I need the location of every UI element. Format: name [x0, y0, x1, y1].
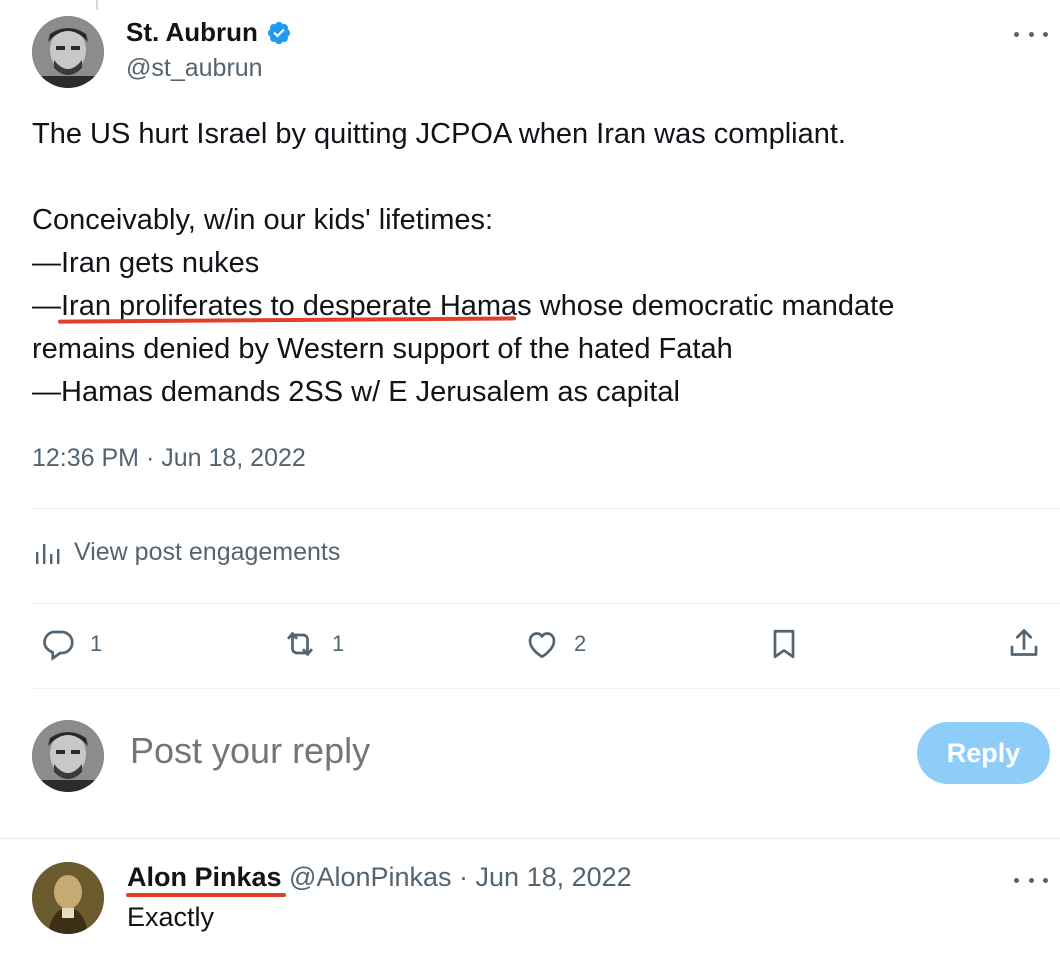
reply-button[interactable]: Reply: [917, 722, 1050, 784]
view-engagements-link[interactable]: View post engagements: [34, 538, 340, 567]
author-avatar[interactable]: [32, 16, 104, 88]
share-icon: [1010, 629, 1038, 656]
post-detail-page: St. Aubrun @st_aubrun The US hurt Israel…: [0, 0, 1060, 955]
tweet-text-line: The US hurt Israel by quitting JCPOA whe…: [32, 118, 846, 150]
like-count: 2: [574, 631, 587, 656]
author-handle[interactable]: @st_aubrun: [126, 54, 263, 83]
verified-badge-icon: [266, 20, 292, 46]
heart-icon: [528, 632, 556, 659]
reply-count: 1: [90, 631, 103, 656]
reply-text: Exactly: [127, 902, 215, 932]
bar-chart-icon: [36, 543, 60, 564]
tweet-text: The US hurt Israel by quitting JCPOA whe…: [32, 113, 1042, 414]
author-display-name[interactable]: St. Aubrun: [126, 17, 258, 48]
view-engagements-label[interactable]: View post engagements: [74, 538, 340, 567]
reply-header: Alon Pinkas @AlonPinkas · Jun 18, 2022: [127, 862, 632, 893]
reply-action-button[interactable]: 1: [40, 626, 102, 662]
retweet-count: 1: [332, 631, 345, 656]
divider: [0, 838, 1060, 839]
bookmark-action-button[interactable]: [766, 626, 802, 662]
retweet-action-button[interactable]: 1: [282, 626, 344, 662]
thread-connector-line: [96, 0, 98, 10]
tweet-text-blank-line: [32, 156, 1042, 199]
reply-input[interactable]: [130, 730, 830, 772]
more-dots-icon[interactable]: [1014, 870, 1048, 890]
tweet-text-line: remains denied by Western support of the…: [32, 333, 733, 365]
retweet-icon: [287, 632, 313, 656]
tweet-text-line: —Iran gets nukes: [32, 247, 260, 279]
reply-author-name[interactable]: Alon Pinkas: [127, 862, 282, 892]
bookmark-icon: [773, 629, 795, 659]
author-display-name-row[interactable]: St. Aubrun: [126, 17, 292, 48]
tweet-timestamp[interactable]: 12:36 PM · Jun 18, 2022: [32, 444, 306, 473]
more-dots-icon[interactable]: [1014, 24, 1048, 44]
annotation-underline: [126, 893, 286, 897]
divider: [32, 603, 1060, 604]
reply-author-avatar[interactable]: [32, 862, 104, 934]
divider: [32, 688, 1060, 689]
share-action-button[interactable]: [1006, 626, 1042, 662]
tweet-text-line: Conceivably, w/in our kids' lifetimes:: [32, 204, 494, 236]
divider: [32, 508, 1060, 509]
reply-author-meta[interactable]: @AlonPinkas · Jun 18, 2022: [282, 862, 632, 892]
reply-bubble-icon: [43, 630, 74, 661]
composer-avatar[interactable]: [32, 720, 104, 792]
like-action-button[interactable]: 2: [524, 626, 586, 662]
tweet-text-line: —Hamas demands 2SS w/ E Jerusalem as cap…: [32, 376, 680, 408]
